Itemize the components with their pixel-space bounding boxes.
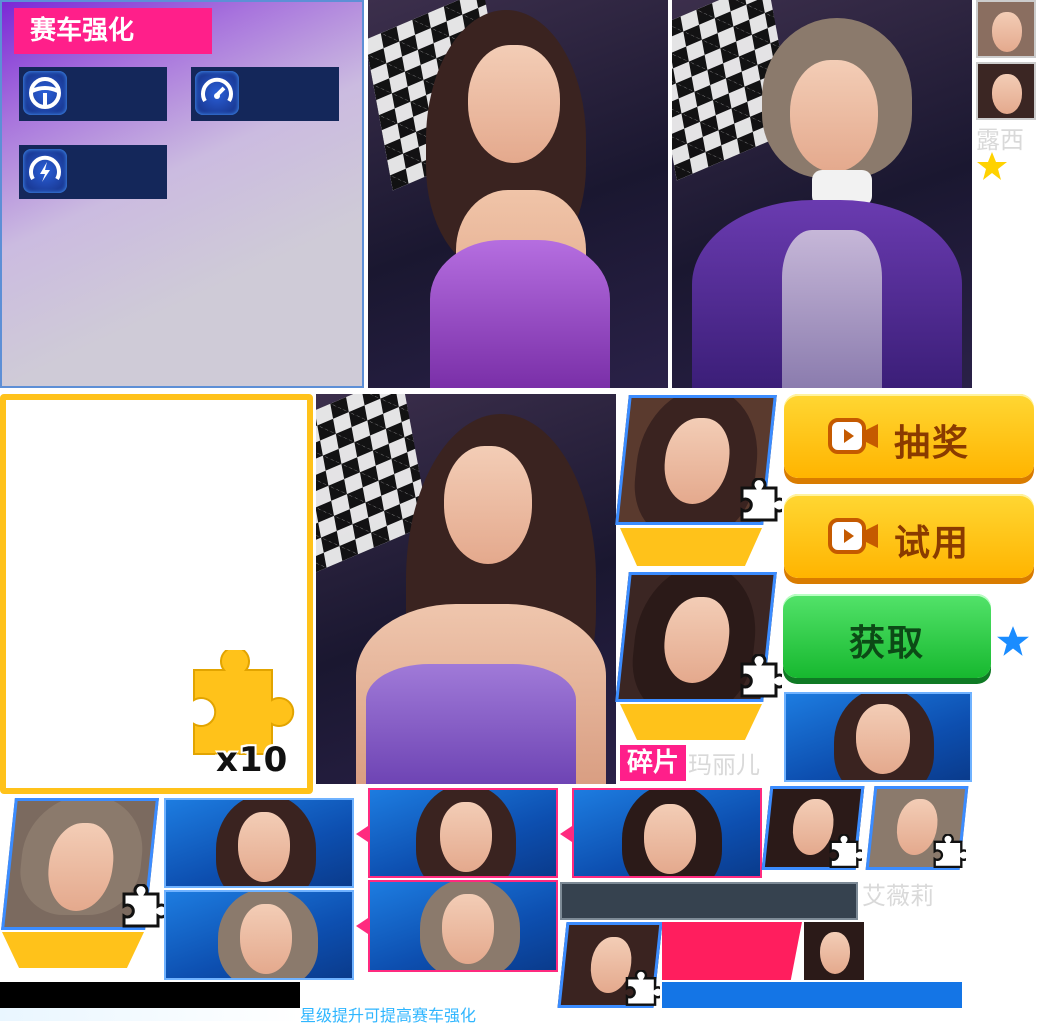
portrait-card-lilac-dress: [316, 394, 616, 784]
obtain-button[interactable]: 获取: [783, 594, 991, 678]
puzzle-badge-icon: [829, 834, 862, 869]
enhance-title: 赛车强化: [14, 8, 212, 54]
list-item-avery-selected[interactable]: [572, 788, 762, 878]
pink-tag: [662, 922, 802, 980]
progress-bar-blue: [662, 982, 962, 1008]
info-bar-dark: [560, 882, 858, 920]
lottery-label: 抽奖: [894, 423, 971, 464]
trial-button[interactable]: 试用: [784, 494, 1034, 578]
puzzle-badge-icon: [625, 970, 660, 1006]
steering-wheel-icon: [23, 71, 67, 115]
trial-label: 试用: [894, 523, 971, 564]
list-item-lucy-selected[interactable]: [368, 880, 558, 972]
puzzle-badge-icon: [740, 478, 782, 522]
lottery-button[interactable]: 抽奖: [784, 394, 1034, 478]
black-strip: [0, 982, 300, 1008]
selection-arrow-icon: [356, 918, 368, 934]
star-icon: [977, 152, 1007, 180]
stat-slot-acceleration: [19, 145, 167, 199]
portrait-card-racing-suit: [672, 0, 972, 388]
puzzle-badge-icon: [740, 654, 782, 698]
speed-boost-icon: [23, 149, 67, 193]
character-name-mary: 玛丽儿: [688, 751, 760, 779]
blue-star-icon: [997, 626, 1029, 656]
stat-slot-speed: [191, 67, 339, 121]
selection-arrow-icon: [356, 826, 368, 842]
stat-slot-handling: [19, 67, 167, 121]
selection-arrow-icon: [560, 826, 572, 842]
avatar-lucy-thumb[interactable]: [976, 0, 1036, 58]
car-enhance-panel: 赛车强化: [0, 0, 364, 388]
shard-badge: 碎片: [620, 745, 686, 781]
shard-banner: [620, 528, 762, 566]
avatar-avery-thumb[interactable]: [804, 922, 864, 980]
portrait-card-purple-dress: [368, 0, 668, 388]
character-name-avery: 艾薇莉: [862, 882, 934, 910]
obtain-label: 获取: [849, 623, 926, 664]
avatar-mary-thumb[interactable]: [976, 62, 1036, 120]
list-item-lucy[interactable]: [164, 890, 354, 980]
video-camera-icon: [828, 418, 878, 454]
speedometer-icon: [195, 71, 239, 115]
shard-banner: [620, 704, 762, 740]
shard-count: x10: [216, 740, 289, 780]
puzzle-badge-icon: [933, 834, 966, 869]
character-banner-mary[interactable]: [784, 692, 972, 782]
video-camera-icon: [828, 518, 878, 554]
list-item-mary[interactable]: [164, 798, 354, 888]
list-item-mary-selected[interactable]: [368, 788, 558, 878]
fade-strip: [0, 1008, 300, 1021]
shard-card: x10: [0, 394, 313, 794]
shard-banner: [2, 932, 144, 968]
star-upgrade-hint: 星级提升可提高赛车强化: [300, 1006, 477, 1025]
puzzle-badge-icon: [122, 884, 164, 928]
